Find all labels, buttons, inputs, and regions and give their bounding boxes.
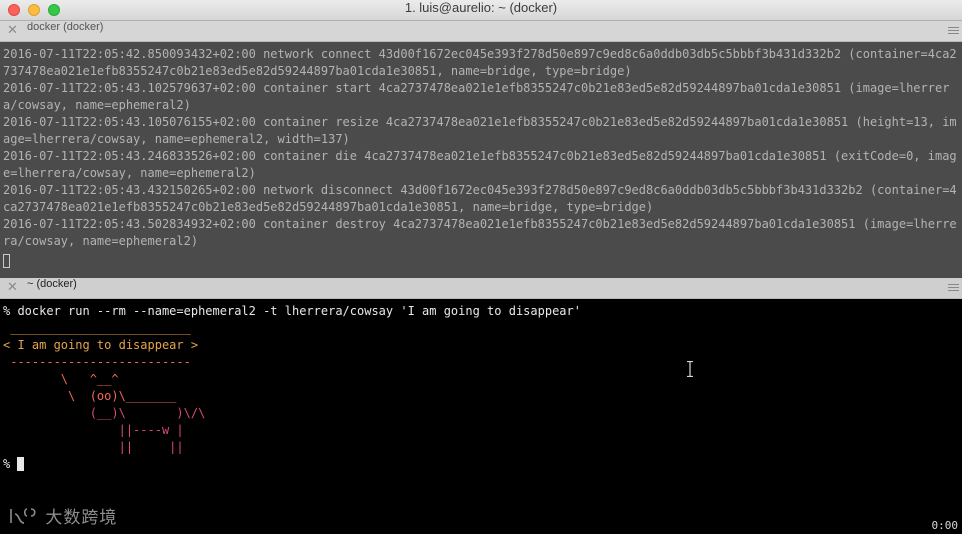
cowsay-line: < I am going to disappear > xyxy=(3,338,199,352)
close-pane-icon[interactable]: ✕ xyxy=(7,280,18,295)
pane-tab-title: docker (docker) xyxy=(27,21,104,33)
cowsay-line: ||----w | xyxy=(3,423,184,437)
shell-prompt: % xyxy=(3,456,25,473)
pane-menu-icon[interactable] xyxy=(948,27,959,36)
cowsay-line: || || xyxy=(3,440,184,454)
cowsay-line: _________________________ xyxy=(3,321,191,335)
pane-menu-icon[interactable] xyxy=(948,284,959,293)
pane-tab-title: ~ (docker) xyxy=(27,278,77,290)
terminal-cursor xyxy=(17,457,25,471)
window-title: 1. luis@aurelio: ~ (docker) xyxy=(404,0,558,15)
cowsay-line: (__)\ )\/\ xyxy=(3,406,206,420)
watermark-text: 大数跨境 xyxy=(45,508,118,528)
cowsay-line: ------------------------- xyxy=(3,355,191,369)
text-cursor-icon xyxy=(687,361,693,377)
pane-tab-docker[interactable]: ✕ docker (docker) xyxy=(0,21,962,42)
docker-events-pane[interactable]: 2016-07-11T22:05:42.850093432+02:00 netw… xyxy=(0,42,962,278)
terminal-cursor xyxy=(3,250,10,269)
prompt-symbol: % xyxy=(3,457,18,471)
cowsay-line: \ ^__^ xyxy=(3,372,119,386)
window-titlebar: 1. luis@aurelio: ~ (docker) xyxy=(0,0,962,21)
shell-command: % docker run --rm --name=ephemeral2 -t l… xyxy=(3,304,581,318)
close-pane-icon[interactable]: ✕ xyxy=(7,23,18,38)
watermark-logo-icon xyxy=(10,508,36,524)
pane-tab-home[interactable]: ✕ ~ (docker) xyxy=(0,278,962,299)
docker-events-log: 2016-07-11T22:05:42.850093432+02:00 netw… xyxy=(3,47,957,248)
cowsay-line: \ (oo)\_______ xyxy=(3,389,177,403)
recording-timer: 0:00 xyxy=(931,519,959,532)
watermark: 大数跨境 xyxy=(9,503,117,528)
